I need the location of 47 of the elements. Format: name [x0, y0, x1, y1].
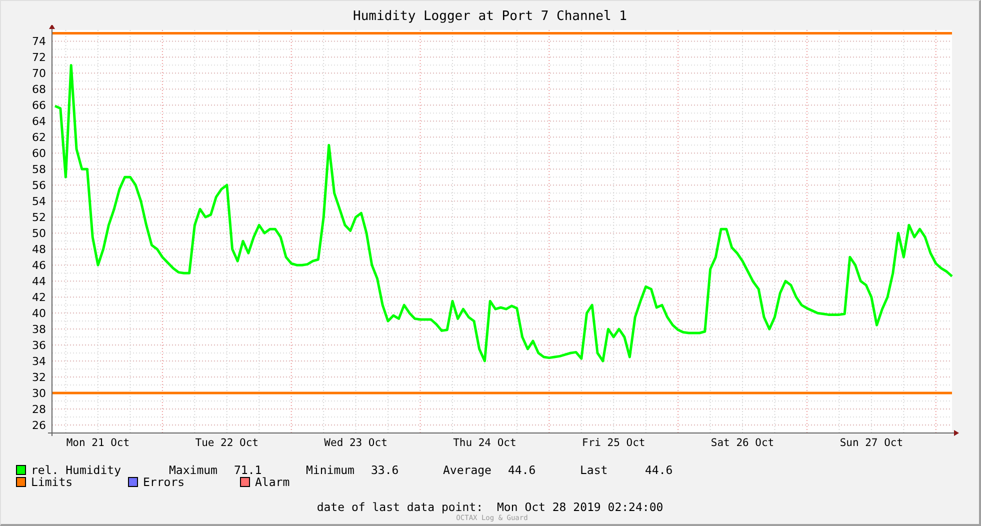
x-axis-label: Tue 22 Oct — [195, 437, 258, 449]
y-axis-label: 54 — [32, 195, 46, 208]
y-axis-label: 48 — [32, 243, 46, 256]
x-axis-label: Sun 27 Oct — [840, 437, 904, 449]
x-axis-label: Wed 23 Oct — [324, 437, 388, 449]
y-axis-label: 50 — [32, 227, 46, 240]
y-axis-label: 42 — [32, 291, 46, 304]
x-axis-label: Sat 26 Oct — [710, 437, 774, 449]
last-data-label: date of last data point: — [316, 500, 483, 514]
y-axis-label: 64 — [32, 115, 46, 128]
legend-label: rel. Humidity — [31, 464, 122, 476]
y-axis-label: 70 — [32, 67, 46, 80]
y-axis-label: 60 — [32, 147, 46, 160]
stat-label: Last — [580, 464, 609, 476]
stat-label: Average — [443, 464, 492, 476]
y-axis-label: 40 — [32, 307, 46, 320]
y-axis-label: 46 — [32, 259, 46, 272]
stat-label: Maximum — [169, 464, 218, 476]
legend-label: Limits — [31, 476, 73, 488]
stat-label: Minimum — [306, 464, 356, 476]
y-axis-label: 62 — [32, 131, 46, 144]
x-axis-label: Mon 21 Oct — [66, 437, 130, 449]
legend-label: Errors — [143, 476, 185, 488]
y-axis-label: 34 — [32, 355, 46, 368]
y-axis-label: 44 — [32, 275, 46, 288]
stat-value: 44.6 — [508, 464, 537, 476]
x-axis-label: Fri 25 Oct — [582, 437, 646, 449]
y-axis-label: 36 — [32, 339, 46, 352]
y-axis-label: 28 — [32, 403, 46, 416]
y-axis-label: 74 — [32, 35, 46, 48]
y-axis-label: 32 — [32, 371, 46, 384]
y-axis-label: 38 — [32, 323, 46, 336]
stat-value: 33.6 — [371, 464, 400, 476]
y-axis-label: 72 — [32, 51, 46, 64]
y-axis-label: 26 — [32, 419, 46, 432]
y-axis-label: 30 — [32, 387, 46, 400]
legend-label: Alarm — [255, 476, 290, 488]
stat-value: 71.1 — [234, 464, 263, 476]
chart-title: Humidity Logger at Port 7 Channel 1 — [353, 9, 627, 25]
y-axis-label: 58 — [32, 163, 46, 176]
y-axis-label: 68 — [32, 83, 46, 96]
y-axis-label: 52 — [32, 211, 46, 224]
y-axis-label: 56 — [32, 179, 46, 192]
x-axis-label: Thu 24 Oct — [453, 437, 516, 449]
last-data-timestamp: Mon Oct 28 2019 02:24:00 — [497, 500, 664, 514]
y-axis-label: 66 — [32, 99, 46, 112]
stat-value: 44.6 — [645, 464, 674, 476]
